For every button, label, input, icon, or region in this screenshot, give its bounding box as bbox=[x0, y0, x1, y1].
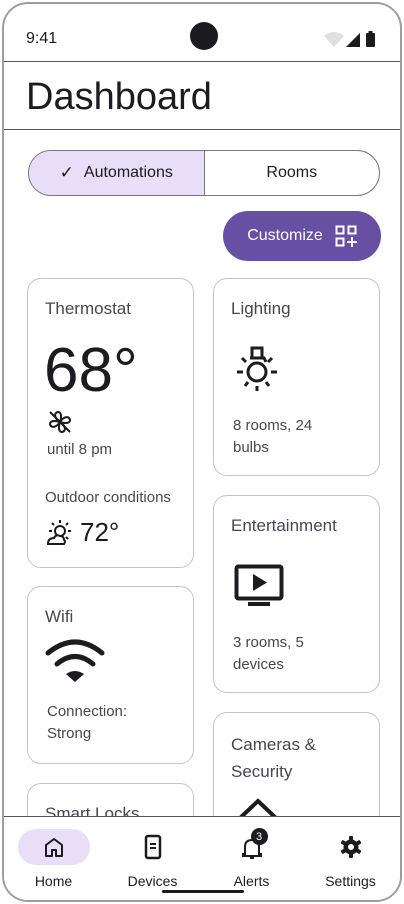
lightbulb-icon bbox=[237, 346, 277, 391]
nav-indicator bbox=[17, 829, 90, 865]
tv-play-icon bbox=[234, 564, 284, 606]
card-title: Thermostat bbox=[45, 299, 131, 318]
status-icons bbox=[324, 31, 375, 47]
fan-off-icon bbox=[48, 410, 72, 434]
nav-indicator bbox=[315, 829, 387, 865]
nav-label: Alerts bbox=[233, 873, 270, 889]
battery-icon bbox=[366, 31, 375, 47]
lighting-summary-line2: bulbs bbox=[233, 439, 269, 456]
wifi-card[interactable]: Wifi Connection: Strong bbox=[27, 586, 194, 764]
app-bar: Dashboard bbox=[4, 62, 400, 130]
segment-rooms[interactable]: Rooms bbox=[205, 151, 380, 195]
home-icon bbox=[44, 838, 63, 857]
customize-label: Customize bbox=[247, 227, 323, 244]
entertainment-summary: 3 rooms, 5 devices bbox=[233, 632, 304, 676]
card-title: Wifi bbox=[45, 607, 74, 626]
wifi-summary-line2: Strong bbox=[47, 725, 92, 742]
thermostat-temperature: 68° bbox=[44, 336, 138, 405]
view-segmented-control: ✓ Automations Rooms bbox=[28, 150, 380, 196]
alerts-badge: 3 bbox=[250, 828, 268, 845]
phone-frame: 9:41 Dashboard ✓ Automations Rooms Custo… bbox=[2, 2, 402, 902]
nav-label: Home bbox=[34, 873, 73, 889]
thermostat-until: until 8 pm bbox=[47, 441, 113, 458]
lighting-card[interactable]: Lighting 8 rooms, 24 bulbs bbox=[213, 278, 380, 476]
nav-settings[interactable]: Settings bbox=[301, 817, 400, 900]
gear-icon bbox=[340, 836, 361, 858]
wifi-icon bbox=[45, 639, 105, 682]
entertainment-card[interactable]: Entertainment 3 rooms, 5 devices bbox=[213, 495, 380, 693]
front-camera bbox=[190, 22, 218, 50]
status-time: 9:41 bbox=[26, 30, 58, 47]
segment-label: Automations bbox=[83, 164, 173, 181]
home-indicator-bar bbox=[162, 890, 244, 893]
nav-home[interactable]: Home bbox=[4, 817, 103, 900]
wifi-summary-line1: Connection: bbox=[47, 703, 128, 720]
status-bar: 9:41 bbox=[4, 4, 400, 62]
devices-icon bbox=[144, 834, 161, 860]
card-title: Lighting bbox=[231, 299, 291, 318]
nav-indicator: 3 bbox=[216, 828, 288, 865]
outdoor-temperature: 72° bbox=[80, 517, 120, 547]
entertainment-summary-line1: 3 rooms, 5 bbox=[233, 634, 304, 651]
nav-indicator bbox=[117, 829, 189, 865]
dashboard-add-icon bbox=[335, 225, 357, 247]
outdoor-label: Outdoor conditions bbox=[45, 489, 171, 506]
customize-button[interactable]: Customize bbox=[223, 211, 381, 261]
nav-label: Settings bbox=[325, 873, 376, 889]
thermostat-card[interactable]: Thermostat 68° until 8 pm Outdoor condit… bbox=[27, 278, 194, 568]
card-title: Cameras & Security bbox=[231, 731, 316, 785]
card-title: Entertainment bbox=[231, 516, 337, 535]
partly-cloudy-icon bbox=[46, 520, 71, 545]
cellular-signal-icon bbox=[346, 33, 360, 47]
lighting-summary: 8 rooms, 24 bulbs bbox=[233, 415, 312, 459]
segment-automations[interactable]: ✓ Automations bbox=[29, 151, 205, 195]
check-icon: ✓ bbox=[59, 163, 74, 182]
cameras-title-line2: Security bbox=[231, 762, 293, 781]
wifi-status-icon bbox=[324, 32, 344, 47]
page-title: Dashboard bbox=[26, 76, 212, 118]
cameras-title-line1: Cameras & bbox=[231, 735, 317, 754]
lighting-summary-line1: 8 rooms, 24 bbox=[233, 417, 313, 434]
nav-label: Devices bbox=[127, 873, 178, 889]
entertainment-summary-line2: devices bbox=[233, 656, 284, 673]
wifi-summary: Connection: Strong bbox=[47, 701, 127, 745]
segment-label: Rooms bbox=[266, 164, 318, 181]
